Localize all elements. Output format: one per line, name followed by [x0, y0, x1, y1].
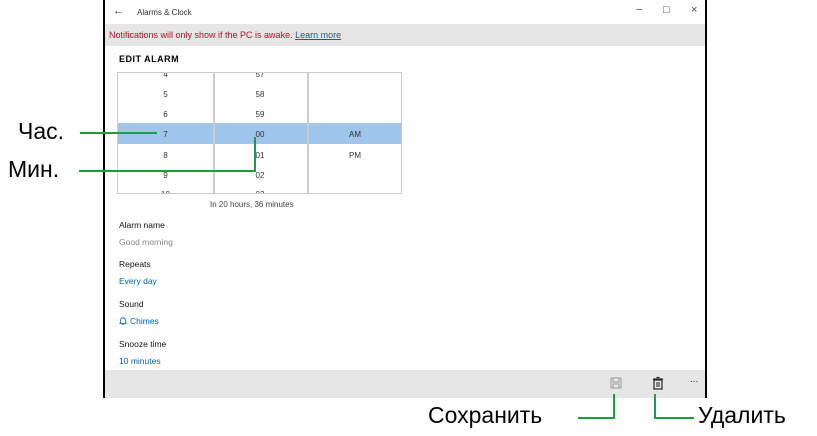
repeats-label: Repeats — [119, 259, 151, 269]
back-button[interactable]: ← — [113, 5, 124, 17]
period-option[interactable]: PM — [309, 151, 401, 160]
minute-callout-line-v — [254, 137, 256, 172]
minimize-button[interactable]: − — [636, 4, 642, 16]
save-callout-line-h — [578, 417, 615, 419]
save-callout-line-v — [613, 394, 615, 419]
alarm-window: ← Alarms & Clock − □ × Notifications wil… — [103, 0, 707, 398]
minute-option[interactable]: 57 — [213, 73, 307, 79]
hour-option[interactable]: 8 — [118, 151, 213, 160]
hour-option[interactable]: 9 — [118, 171, 213, 180]
repeats-value[interactable]: Every day — [119, 276, 157, 286]
minute-option[interactable]: 58 — [213, 90, 307, 99]
hour-callout-line — [80, 132, 157, 134]
save-icon[interactable] — [609, 376, 623, 390]
edit-alarm-heading: EDIT ALARM — [119, 54, 180, 64]
app-bar: ... — [105, 370, 705, 398]
sound-value[interactable]: Chimes — [119, 316, 159, 326]
bell-icon — [119, 317, 127, 325]
hour-option[interactable]: 6 — [118, 110, 213, 119]
save-callout: Сохранить — [428, 402, 543, 428]
minute-column[interactable]: 57 58 59 00 01 02 03 — [213, 73, 309, 193]
countdown-text: In 20 hours, 36 minutes — [210, 200, 294, 209]
sound-label: Sound — [119, 299, 144, 309]
snooze-value[interactable]: 10 minutes — [119, 356, 161, 366]
learn-more-link[interactable]: Learn more — [295, 30, 341, 40]
time-picker: 4 5 6 7 8 9 10 57 58 59 00 01 02 03 AM P… — [117, 72, 402, 194]
delete-callout-line-v — [654, 394, 656, 419]
alarm-name-input[interactable]: Good morning — [119, 237, 173, 247]
notification-text: Notifications will only show if the PC i… — [109, 30, 293, 40]
alarm-name-label: Alarm name — [119, 220, 165, 230]
more-button[interactable]: ... — [690, 374, 698, 385]
trash-icon[interactable] — [651, 376, 665, 390]
minute-callout-line-h — [79, 170, 256, 172]
close-button[interactable]: × — [691, 4, 697, 16]
period-column[interactable]: AM PM — [309, 73, 401, 193]
minute-option-selected[interactable]: 00 — [213, 130, 307, 139]
window-title: Alarms & Clock — [137, 8, 192, 17]
delete-callout-line-h — [654, 417, 694, 419]
sound-name: Chimes — [130, 316, 159, 326]
title-bar: ← Alarms & Clock − □ × — [105, 0, 705, 24]
minute-option[interactable]: 02 — [213, 171, 307, 180]
minute-callout: Мин. — [8, 156, 60, 182]
hour-option[interactable]: 10 — [118, 190, 213, 193]
hour-option[interactable]: 4 — [118, 73, 213, 79]
delete-callout: Удалить — [698, 402, 786, 428]
minute-option[interactable]: 01 — [213, 151, 307, 160]
minute-option[interactable]: 03 — [213, 190, 307, 193]
hour-callout: Час. — [18, 118, 65, 144]
snooze-label: Snooze time — [119, 339, 167, 349]
notification-banner: Notifications will only show if the PC i… — [105, 24, 705, 46]
maximize-button[interactable]: □ — [663, 4, 670, 16]
period-option-selected[interactable]: AM — [309, 130, 401, 139]
minute-option[interactable]: 59 — [213, 110, 307, 119]
hour-option[interactable]: 5 — [118, 90, 213, 99]
